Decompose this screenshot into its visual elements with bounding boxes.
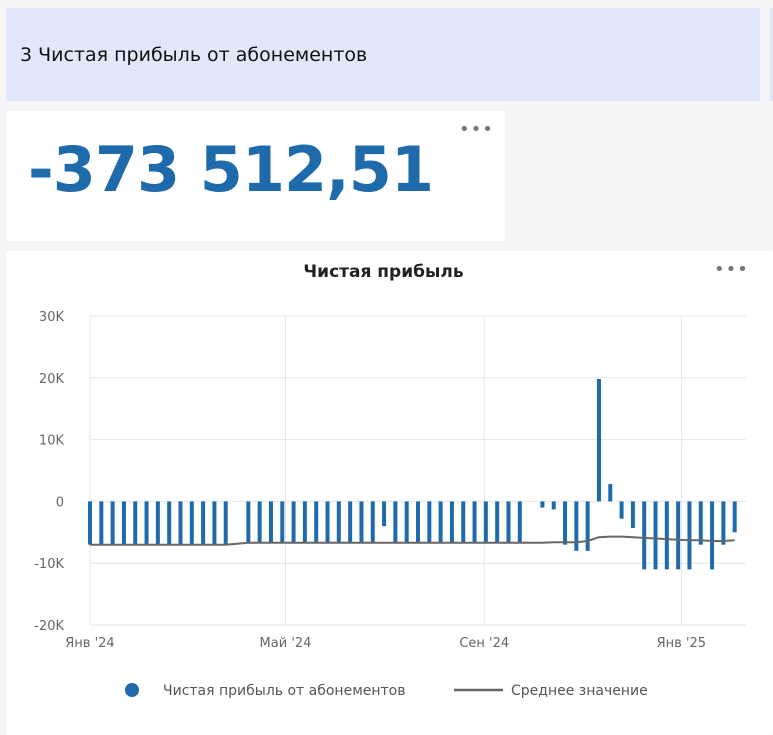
legend-label-avg: Среднее значение bbox=[511, 683, 648, 699]
y-tick-label: 0 bbox=[56, 495, 64, 510]
x-tick-label: Янв '24 bbox=[65, 636, 114, 651]
bar bbox=[438, 501, 443, 544]
bar bbox=[302, 501, 307, 544]
bar bbox=[495, 501, 500, 544]
bar bbox=[551, 501, 556, 510]
bar bbox=[178, 501, 183, 545]
section-title: 3 Чистая прибыль от абонементов bbox=[20, 43, 368, 66]
x-tick-label: Сен '24 bbox=[459, 636, 509, 651]
bar bbox=[517, 501, 522, 544]
bar bbox=[99, 501, 104, 545]
bar bbox=[427, 501, 432, 544]
bar bbox=[630, 501, 635, 528]
y-tick-label: -10K bbox=[34, 557, 64, 572]
x-tick-label: Май '24 bbox=[260, 636, 312, 651]
bar bbox=[246, 501, 251, 544]
chart-svg: 30K 20K 10K 0 -10K -20KЯнв '24 Май '24 Сен '24 Я… bbox=[34, 310, 746, 699]
kpi-more-icon[interactable]: ••• bbox=[459, 121, 494, 139]
bar bbox=[212, 501, 217, 545]
bar bbox=[325, 501, 330, 544]
kpi-value: -373 512,51 bbox=[28, 133, 434, 206]
bar bbox=[359, 501, 364, 544]
bar bbox=[540, 501, 545, 508]
y-tick-label: 30K bbox=[39, 310, 65, 325]
bar bbox=[291, 501, 296, 544]
y-tick-label: -20K bbox=[34, 619, 64, 634]
bar bbox=[201, 501, 206, 545]
bar bbox=[370, 501, 375, 544]
bar bbox=[280, 501, 285, 544]
bar bbox=[664, 501, 669, 570]
y-tick-label: 10K bbox=[39, 434, 65, 449]
bar bbox=[257, 501, 262, 544]
bar bbox=[449, 501, 454, 544]
legend-label-bars: Чистая прибыль от абонементов bbox=[163, 683, 406, 699]
bar bbox=[687, 501, 692, 570]
bar bbox=[563, 501, 568, 545]
bar bbox=[642, 501, 647, 570]
bar bbox=[88, 501, 92, 545]
legend-bar-marker bbox=[125, 683, 139, 697]
bar bbox=[393, 501, 398, 544]
bar bbox=[110, 501, 115, 545]
bar bbox=[144, 501, 149, 545]
bar bbox=[574, 501, 579, 551]
bar bbox=[596, 379, 601, 502]
bar bbox=[619, 501, 624, 519]
bar bbox=[483, 501, 488, 544]
bar bbox=[133, 501, 138, 545]
bar bbox=[167, 501, 172, 545]
chart-card: Чистая прибыль ••• 30K 20K 10K 0 -10K -20K Янв… bbox=[6, 251, 773, 735]
bar bbox=[506, 501, 511, 544]
x-tick-label: Янв '25 bbox=[657, 636, 706, 651]
bar bbox=[382, 501, 387, 527]
bar bbox=[676, 501, 681, 570]
bar bbox=[472, 501, 477, 544]
bar bbox=[268, 501, 273, 544]
bar bbox=[721, 501, 726, 545]
avg-line bbox=[90, 535, 735, 546]
kpi-card: -373 512,51 ••• bbox=[6, 111, 505, 241]
bar bbox=[336, 501, 341, 544]
bar bbox=[404, 501, 409, 544]
section-header: 3 Чистая прибыль от абонементов bbox=[6, 8, 760, 101]
bar bbox=[155, 501, 160, 545]
bar bbox=[223, 501, 228, 545]
bar bbox=[121, 501, 126, 545]
bar bbox=[710, 501, 715, 570]
bar bbox=[653, 501, 658, 570]
bar bbox=[698, 501, 703, 545]
y-tick-label: 20K bbox=[39, 372, 65, 387]
bar bbox=[585, 501, 590, 551]
bar bbox=[461, 501, 466, 544]
bar bbox=[732, 501, 737, 533]
bar bbox=[608, 484, 613, 502]
bar bbox=[348, 501, 353, 544]
bar bbox=[416, 501, 420, 544]
bar bbox=[189, 501, 194, 545]
bar bbox=[314, 501, 319, 544]
